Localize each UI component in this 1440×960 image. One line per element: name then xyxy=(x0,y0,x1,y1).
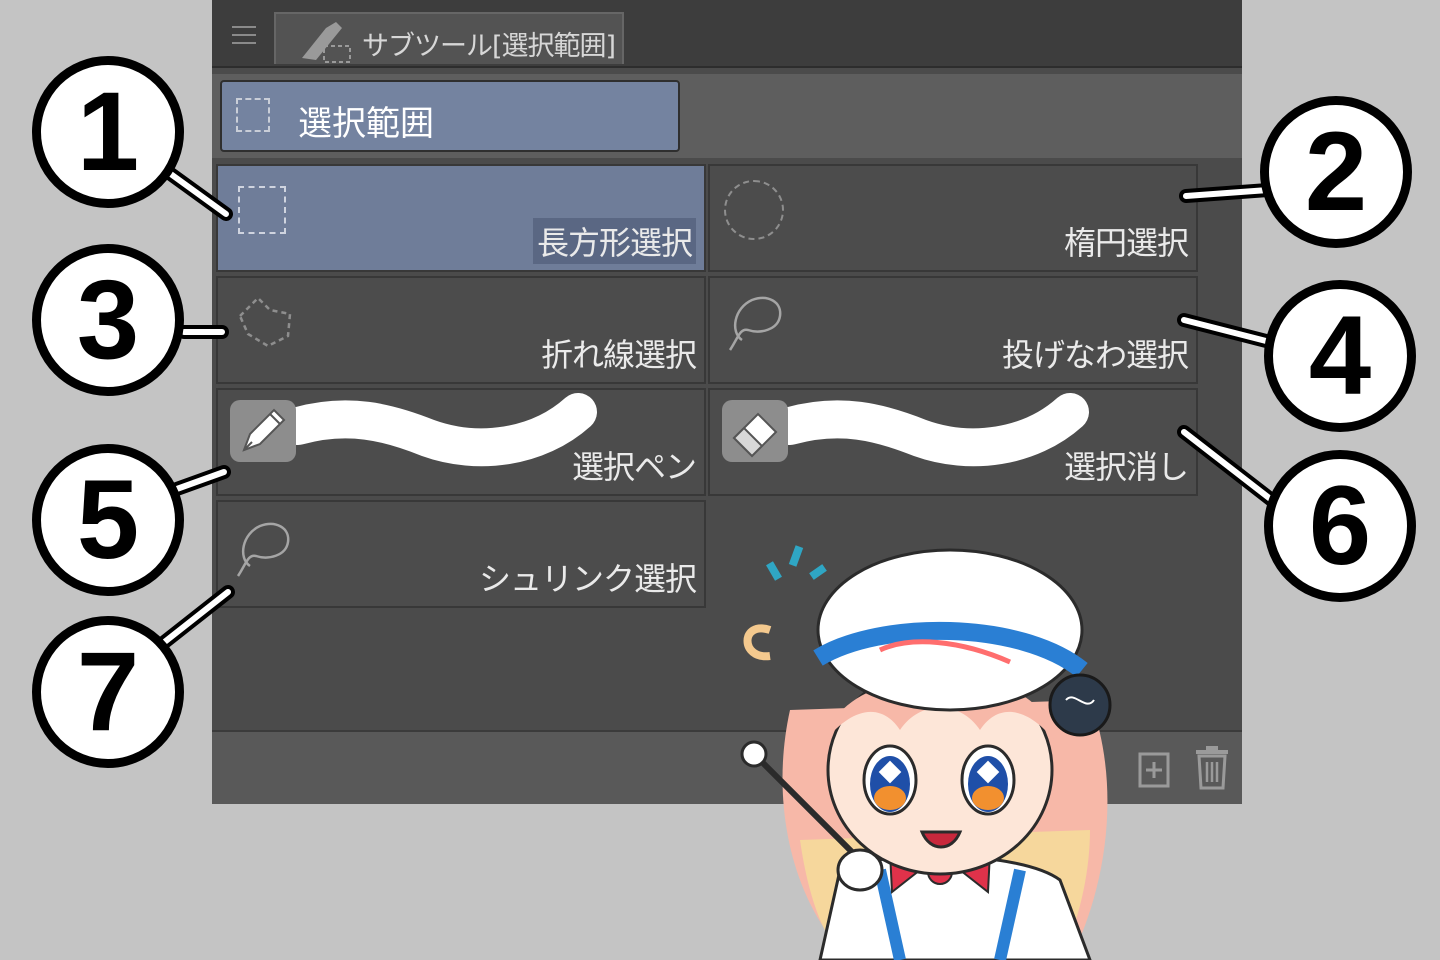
callout-7: 7 xyxy=(32,616,184,768)
callout-2: 2 xyxy=(1260,96,1412,248)
callout-3: 3 xyxy=(32,244,184,396)
screenshot-stage: サブツール[選択範囲] 選択範囲 長方形選択 楕円選択 折れ線選択 投げなわ選択… xyxy=(0,0,1440,960)
callout-1: 1 xyxy=(32,56,184,208)
callout-leader-lines xyxy=(155,165,1289,651)
mascot-character-illustration xyxy=(740,545,1112,960)
callout-5: 5 xyxy=(32,444,184,596)
callout-6: 6 xyxy=(1264,450,1416,602)
callout-4: 4 xyxy=(1264,280,1416,432)
